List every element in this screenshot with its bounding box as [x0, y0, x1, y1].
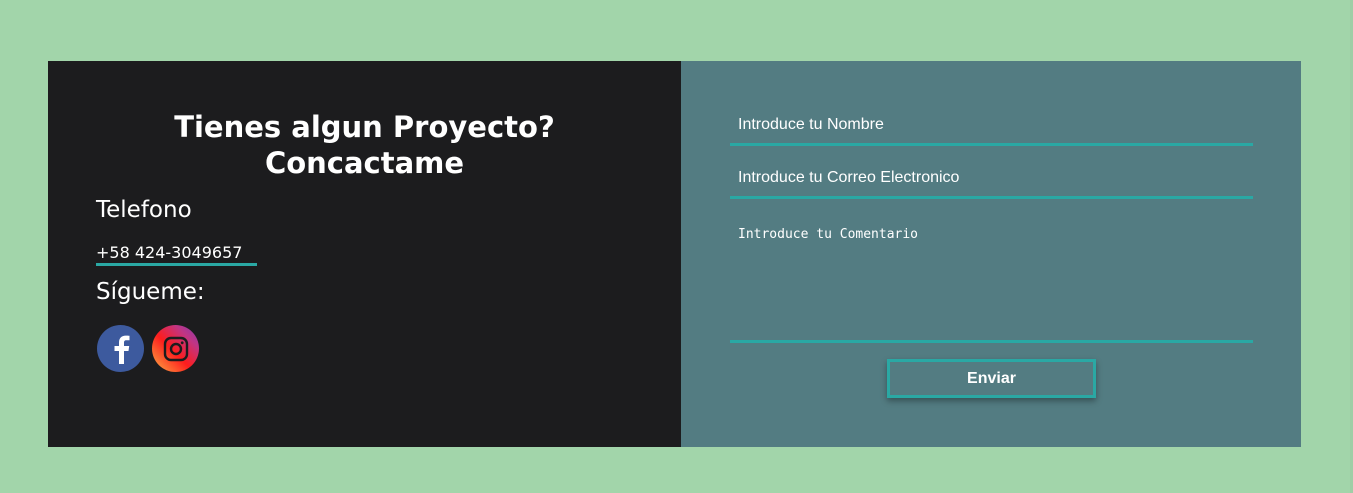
- headline-line-1: Tienes algun Proyecto?: [174, 110, 555, 144]
- comment-field[interactable]: [730, 219, 1253, 343]
- phone-link[interactable]: +58 424-3049657: [96, 243, 257, 266]
- facebook-button[interactable]: [97, 325, 144, 372]
- facebook-icon: [114, 335, 129, 364]
- contact-form-panel: Enviar: [681, 61, 1301, 447]
- headline-line-2: Concactame: [264, 146, 465, 180]
- contact-card: Tienes algun Proyecto? Concactame Telefo…: [48, 61, 1301, 447]
- email-field[interactable]: [730, 165, 1253, 199]
- instagram-button[interactable]: [152, 325, 199, 372]
- send-button[interactable]: Enviar: [887, 359, 1096, 398]
- name-field[interactable]: [730, 113, 1253, 146]
- page-title: Tienes algun Proyecto? Concactame: [48, 109, 681, 181]
- contact-info-panel: Tienes algun Proyecto? Concactame Telefo…: [48, 61, 681, 447]
- phone-heading: Telefono: [96, 197, 192, 223]
- instagram-icon: [163, 336, 188, 361]
- social-links: [97, 325, 199, 372]
- follow-heading: Sígueme:: [96, 279, 205, 305]
